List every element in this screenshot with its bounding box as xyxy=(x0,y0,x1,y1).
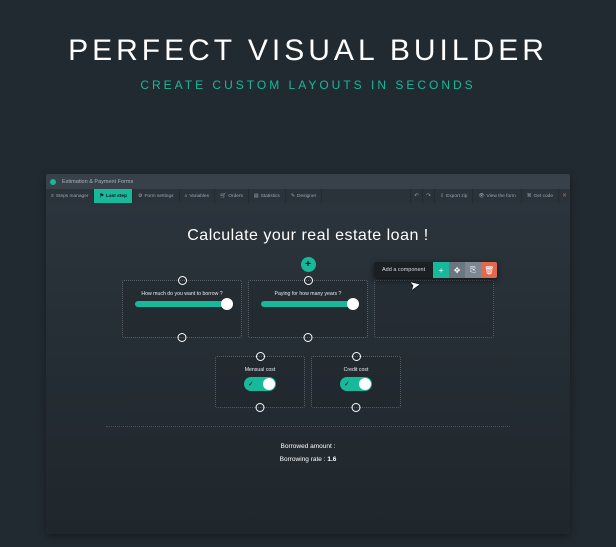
app-logo-icon xyxy=(50,179,56,185)
card-years[interactable]: Paying for how many years ? xyxy=(248,280,368,338)
row-1: How much do you want to borrow ? Paying … xyxy=(106,280,510,338)
list-icon: ≡ xyxy=(51,193,54,199)
summary-rate-value: 1.6 xyxy=(327,456,336,463)
cursor-icon: ➤ xyxy=(409,277,421,293)
card-credit-cost[interactable]: Credit cost ✓ xyxy=(311,356,401,408)
undo-button[interactable]: ↶ xyxy=(410,189,422,203)
tab-steps-manager[interactable]: ≡Steps manager xyxy=(46,189,94,203)
port-bottom-icon[interactable] xyxy=(256,403,265,412)
tab-form-settings[interactable]: ⚙Form settings xyxy=(133,189,180,203)
divider xyxy=(106,426,510,427)
flag-icon: ⚑ xyxy=(99,193,103,199)
component-popover: Add a component + ✥ ⎘ 🗑 xyxy=(374,262,497,278)
eye-icon: 👁 xyxy=(478,194,484,199)
port-top-icon[interactable] xyxy=(256,352,265,361)
popover-move-button[interactable]: ✥ xyxy=(449,262,465,278)
variable-icon: 𝑥 xyxy=(185,193,188,199)
tab-statistics[interactable]: ▤Statistics xyxy=(249,189,286,203)
port-top-icon[interactable] xyxy=(352,352,361,361)
card-label: Mensual cost xyxy=(245,367,276,373)
slider-years[interactable] xyxy=(261,301,355,307)
export-zip-button[interactable]: ⇩Export zip xyxy=(434,189,472,203)
toggle-credit[interactable]: ✓ xyxy=(340,377,372,391)
code-icon: ⌘ xyxy=(527,194,532,199)
get-code-button[interactable]: ⌘Get code xyxy=(521,189,558,203)
view-form-button[interactable]: 👁View the form xyxy=(472,189,520,203)
port-top-icon[interactable] xyxy=(178,276,187,285)
row-2: Mensual cost ✓ Credit cost ✓ xyxy=(106,356,510,408)
window-title: Estimation & Payment Forms xyxy=(62,179,133,185)
toggle-mensual[interactable]: ✓ xyxy=(244,377,276,391)
port-bottom-icon[interactable] xyxy=(304,333,313,342)
check-icon: ✓ xyxy=(344,380,350,388)
card-borrow-amount[interactable]: How much do you want to borrow ? xyxy=(122,280,242,338)
port-bottom-icon[interactable] xyxy=(352,403,361,412)
redo-button[interactable]: ↷ xyxy=(422,189,434,203)
popover-duplicate-button[interactable]: ⎘ xyxy=(465,262,481,278)
chart-icon: ▤ xyxy=(254,193,259,199)
cart-icon: 🛒 xyxy=(220,193,226,199)
hero-title: PERFECT VISUAL BUILDER xyxy=(0,34,616,68)
check-icon: ✓ xyxy=(248,380,254,388)
drop-target-empty[interactable] xyxy=(374,280,494,338)
card-label: Credit cost xyxy=(344,367,369,373)
titlebar: Estimation & Payment Forms xyxy=(46,174,570,189)
card-label: How much do you want to borrow ? xyxy=(141,291,222,297)
summary-amount: Borrowed amount : xyxy=(106,443,510,450)
app-window: Estimation & Payment Forms ≡Steps manage… xyxy=(46,174,570,534)
tab-last-step[interactable]: ⚑Last step xyxy=(94,189,133,203)
port-top-icon[interactable] xyxy=(304,276,313,285)
summary-rate: Borrowing rate : 1.6 xyxy=(106,456,510,463)
zip-icon: ⇩ xyxy=(440,194,444,199)
tab-variables[interactable]: 𝑥Variables xyxy=(180,189,215,203)
hero-subtitle: CREATE CUSTOM LAYOUTS IN SECONDS xyxy=(0,78,616,92)
tab-orders[interactable]: 🛒Orders xyxy=(215,189,249,203)
slider-borrow[interactable] xyxy=(135,301,229,307)
port-bottom-icon[interactable] xyxy=(178,333,187,342)
popover-label: Add a component xyxy=(374,262,433,278)
tabbar: ≡Steps manager ⚑Last step ⚙Form settings… xyxy=(46,189,570,203)
popover-delete-button[interactable]: 🗑 xyxy=(481,262,497,278)
card-label: Paying for how many years ? xyxy=(275,291,342,297)
tab-designer[interactable]: ✎Designer xyxy=(286,189,322,203)
close-button[interactable]: ✕ xyxy=(558,189,570,203)
popover-add-button[interactable]: + xyxy=(433,262,449,278)
card-mensual-cost[interactable]: Mensual cost ✓ xyxy=(215,356,305,408)
add-step-button[interactable]: + xyxy=(301,257,316,272)
brush-icon: ✎ xyxy=(291,193,295,199)
canvas: Calculate your real estate loan ! + How … xyxy=(46,203,570,463)
form-heading: Calculate your real estate loan ! xyxy=(106,227,510,245)
gear-icon: ⚙ xyxy=(138,193,142,199)
summary-block: Borrowed amount : Borrowing rate : 1.6 xyxy=(106,443,510,463)
